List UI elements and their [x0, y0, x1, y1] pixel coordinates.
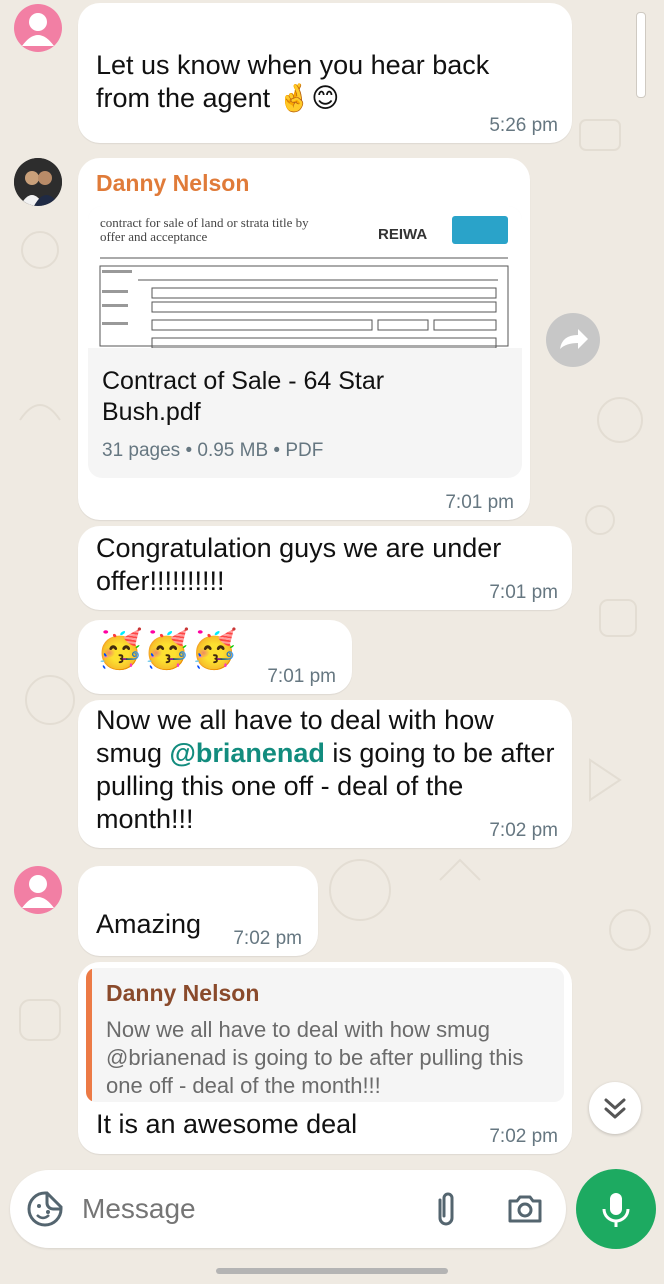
- camera-button[interactable]: [504, 1188, 546, 1230]
- document-preview[interactable]: contract for sale of land or strata titl…: [88, 206, 522, 348]
- message-text: Amazing: [96, 909, 202, 939]
- document-card[interactable]: contract for sale of land or strata titl…: [88, 206, 522, 478]
- message-time: 7:02 pm: [233, 928, 302, 949]
- message-time: 7:01 pm: [445, 492, 514, 513]
- avatar-photo-icon: [14, 158, 62, 206]
- message-text: Congratulation guys we are under offer!!…: [96, 533, 502, 596]
- message-composer[interactable]: [10, 1170, 566, 1248]
- voice-message-button[interactable]: [576, 1169, 656, 1249]
- message-bubble[interactable]: Amazing 7:02 pm: [78, 866, 318, 956]
- message-bubble[interactable]: Congratulation guys we are under offer!!…: [78, 526, 572, 610]
- document-message-bubble[interactable]: Danny Nelson contract for sale of land o…: [78, 158, 530, 520]
- mention-link[interactable]: @brianenad: [170, 738, 325, 768]
- forward-button[interactable]: [546, 313, 600, 367]
- message-bubble[interactable]: Let us know when you hear back from the …: [78, 3, 572, 143]
- quote-sender: Danny Nelson: [106, 980, 260, 1006]
- forward-icon: [560, 329, 588, 349]
- camera-icon: [508, 1195, 542, 1223]
- home-indicator[interactable]: [216, 1268, 448, 1274]
- scroll-to-bottom-button[interactable]: [589, 1082, 641, 1134]
- message-time: 7:01 pm: [267, 666, 336, 687]
- message-text: It is an awesome deal: [96, 1109, 358, 1139]
- attach-icon: [438, 1192, 454, 1226]
- avatar[interactable]: [14, 158, 62, 206]
- avatar[interactable]: [14, 4, 62, 52]
- message-time: 7:02 pm: [489, 1126, 558, 1147]
- message-time: 7:02 pm: [489, 820, 558, 841]
- emoji-message: 🥳🥳🥳: [96, 629, 238, 671]
- sticker-icon: [27, 1191, 63, 1227]
- mic-icon: [602, 1193, 630, 1227]
- document-meta: 31 pages • 0.95 MB • PDF: [102, 440, 324, 461]
- message-bubble[interactable]: Now we all have to deal with how smug @b…: [78, 700, 572, 848]
- message-time: 5:26 pm: [489, 115, 558, 136]
- quote-bar: [86, 968, 92, 1102]
- sticker-button[interactable]: [24, 1188, 66, 1230]
- attach-button[interactable]: [426, 1188, 466, 1230]
- quoted-message[interactable]: Danny Nelson Now we all have to deal wit…: [86, 968, 564, 1102]
- avatar-placeholder-icon: [22, 13, 54, 46]
- message-text: Let us know when you hear back from the …: [96, 50, 490, 113]
- avatar[interactable]: [14, 866, 62, 914]
- scrollbar[interactable]: [636, 12, 646, 98]
- message-bubble[interactable]: 🥳🥳🥳 7:01 pm: [78, 620, 352, 694]
- sender-name[interactable]: Danny Nelson: [96, 170, 249, 197]
- avatar-placeholder-icon: [22, 875, 54, 908]
- quote-text: Now we all have to deal with how smug @b…: [106, 1017, 524, 1098]
- message-text: Now we all have to deal with how smug @b…: [96, 704, 556, 836]
- preview-form-lines: [99, 257, 509, 348]
- message-input[interactable]: [80, 1186, 414, 1232]
- scroll-down-icon: [604, 1098, 626, 1119]
- reply-message-bubble[interactable]: Danny Nelson Now we all have to deal wit…: [78, 962, 572, 1154]
- document-filename: Contract of Sale - 64 Star Bush.pdf: [102, 367, 385, 426]
- message-time: 7:01 pm: [489, 582, 558, 603]
